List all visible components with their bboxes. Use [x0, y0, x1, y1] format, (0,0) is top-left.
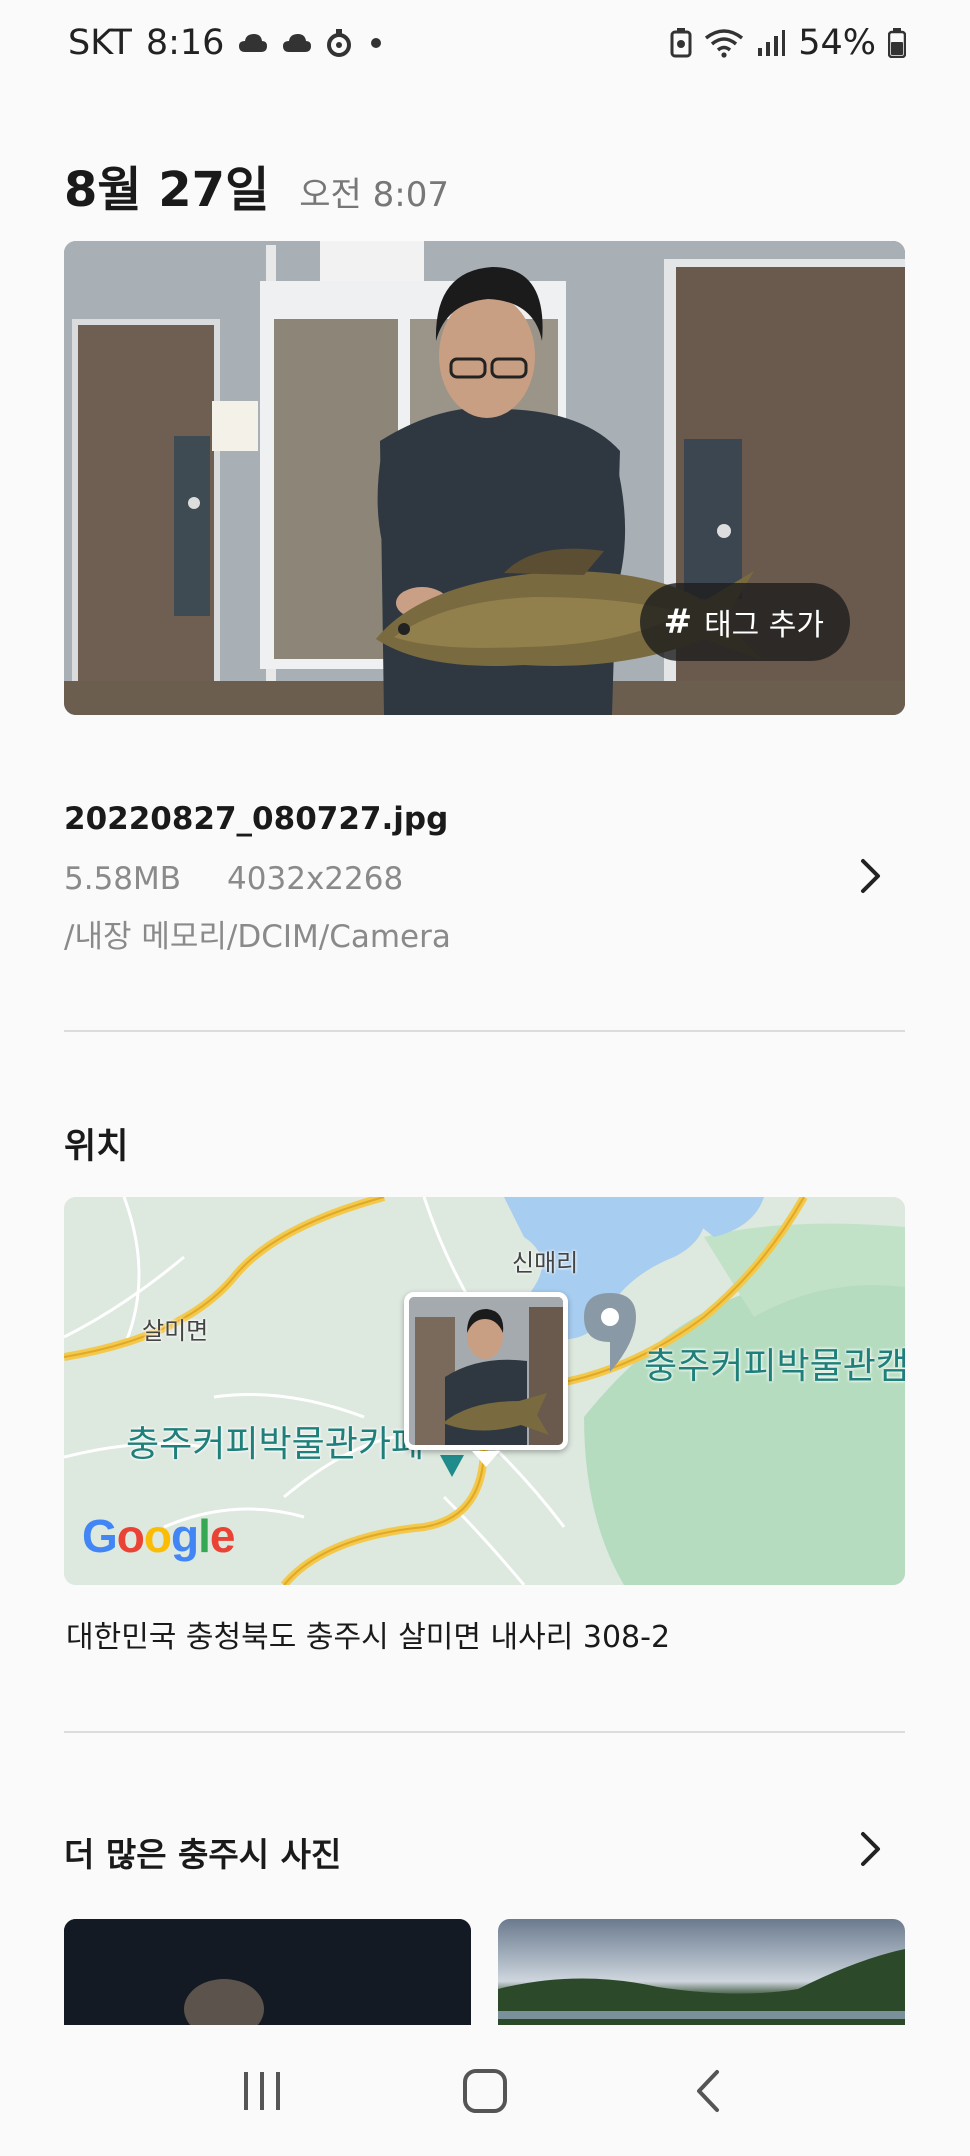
file-name: 20220827_080727.jpg [64, 801, 449, 837]
more-photos-header[interactable]: 더 많은 충주시 사진 [64, 1820, 905, 1876]
chevron-right-icon[interactable] [851, 851, 891, 901]
photo-date-header: 8월 27일 오전 8:07 [64, 150, 449, 220]
navigation-bar [0, 2026, 970, 2156]
status-right: 54% [670, 23, 906, 63]
battery-percent: 54% [798, 23, 876, 63]
file-meta: 5.58MB 4032x2268 [64, 861, 403, 897]
alarm-icon [326, 28, 352, 58]
lake-photo-image [498, 1949, 905, 2025]
photo-date: 8월 27일 [64, 162, 270, 218]
file-details-row[interactable]: 20220827_080727.jpg 5.58MB 4032x2268 /내장… [64, 795, 905, 955]
back-icon [697, 2070, 720, 2112]
battery-icon [888, 28, 906, 58]
clock: 8:16 [145, 23, 225, 63]
file-size: 5.58MB [64, 861, 182, 897]
night-photo-image [64, 1919, 471, 2025]
divider [64, 1030, 905, 1032]
location-map[interactable]: 신매리 살미면 충주커피박물관캠 충주커피박물관카페 Google [64, 1197, 905, 1585]
map-marker-pointer [472, 1451, 500, 1467]
photo-time: 오전 8:07 [299, 175, 449, 215]
location-address: 대한민국 충청북도 충주시 살미면 내사리 308-2 [66, 1620, 671, 1655]
add-tag-button[interactable]: # 태그 추가 [639, 583, 850, 661]
divider-2 [64, 1731, 905, 1733]
status-left: SKT 8:16 [68, 23, 386, 63]
file-resolution: 4032x2268 [227, 861, 404, 897]
file-path: /내장 메모리/DCIM/Camera [64, 919, 451, 955]
map-label-salmi: 살미면 [142, 1317, 209, 1345]
more-notifications-dot-icon [366, 33, 386, 53]
back-button[interactable] [668, 2051, 748, 2131]
add-tag-label: 태그 추가 [704, 608, 824, 643]
more-photos-title: 더 많은 충주시 사진 [64, 1835, 342, 1874]
map-photo-thumbnail [409, 1297, 563, 1445]
home-icon [462, 2069, 507, 2113]
google-logo: Google [82, 1510, 235, 1562]
map-label-museum-cafe: 충주커피박물관카페 [126, 1424, 425, 1465]
chevron-right-icon-2[interactable] [851, 1824, 891, 1874]
map-label-sinmae: 신매리 [512, 1249, 579, 1277]
more-photo-thumbnail-2[interactable] [498, 1919, 905, 2025]
main-photo[interactable]: # 태그 추가 [64, 241, 905, 715]
more-photos-strip [64, 1919, 905, 2025]
map-photo-marker[interactable] [404, 1292, 568, 1450]
recent-apps-icon [243, 2072, 280, 2110]
wifi-icon [704, 28, 744, 58]
map-label-museum-camp: 충주커피박물관캠 [644, 1346, 905, 1387]
carrier-label: SKT [68, 23, 132, 63]
more-photo-thumbnail[interactable] [64, 1919, 471, 2025]
recent-apps-button[interactable] [222, 2051, 302, 2131]
battery-saver-icon [670, 28, 692, 58]
hash-icon: # [663, 602, 693, 642]
location-section-title: 위치 [64, 1127, 129, 1167]
signal-icon [756, 28, 786, 58]
cloud-icon-2 [282, 32, 312, 54]
cloud-icon [238, 32, 268, 54]
status-bar: SKT 8:16 54% [0, 0, 970, 86]
home-button[interactable] [445, 2051, 525, 2131]
